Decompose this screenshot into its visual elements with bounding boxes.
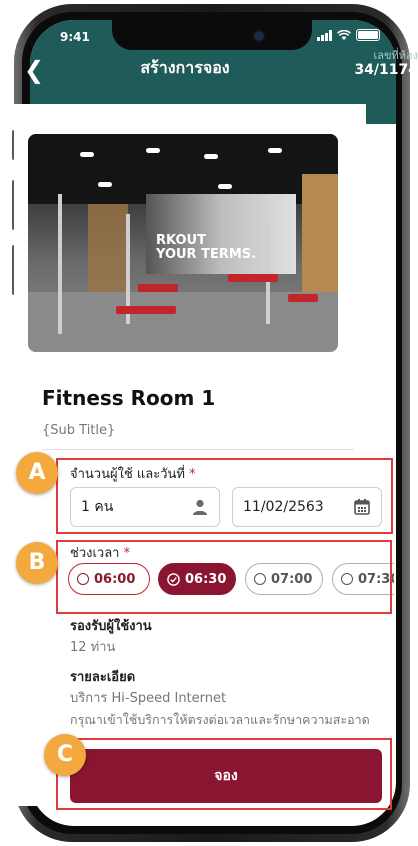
wifi-icon [337, 29, 351, 40]
details-line-1: บริการ Hi-Speed Internet [70, 691, 227, 706]
details-line-2: กรุณาเข้าใช้บริการให้ตรงต่อเวลาและรักษาค… [70, 712, 370, 727]
notch [112, 20, 312, 50]
highlight-box-a [56, 458, 393, 534]
photo-bench [116, 306, 176, 314]
page-title: สร้างการจอง [140, 58, 230, 77]
photo-bench [228, 274, 278, 282]
battery-icon [356, 29, 380, 41]
photo-light [98, 182, 112, 187]
photo-bench [138, 284, 178, 292]
room-subtitle: {Sub Title} [42, 423, 116, 438]
annotation-badge-b: B [16, 542, 58, 584]
room-title: Fitness Room 1 [42, 386, 216, 410]
room-number-value: 34/1174 [354, 62, 418, 78]
photo-light [204, 154, 218, 159]
photo-light [218, 184, 232, 189]
capacity-label: รองรับผู้ใช้งาน [70, 619, 152, 634]
camera-icon [252, 29, 266, 43]
photo-machine-frame [58, 194, 62, 334]
photo-light [146, 148, 160, 153]
photo-light [268, 148, 282, 153]
highlight-box-b [56, 540, 392, 614]
back-chevron-icon[interactable]: ❮ [24, 56, 44, 84]
divider [42, 449, 354, 450]
highlight-box-c [56, 738, 392, 810]
capacity-value: 12 ท่าน [70, 640, 116, 655]
photo-mural-text: RKOUT YOUR TERMS. [156, 233, 257, 262]
signal-icon [317, 29, 332, 41]
room-photo: RKOUT YOUR TERMS. [28, 134, 338, 352]
details-label: รายละเอียด [70, 670, 136, 685]
status-icons [317, 29, 380, 41]
annotation-badge-a: A [16, 452, 58, 494]
status-time: 9:41 [60, 30, 90, 44]
photo-bench [288, 294, 318, 302]
annotation-badge-c: C [44, 734, 86, 776]
photo-light [80, 152, 94, 157]
